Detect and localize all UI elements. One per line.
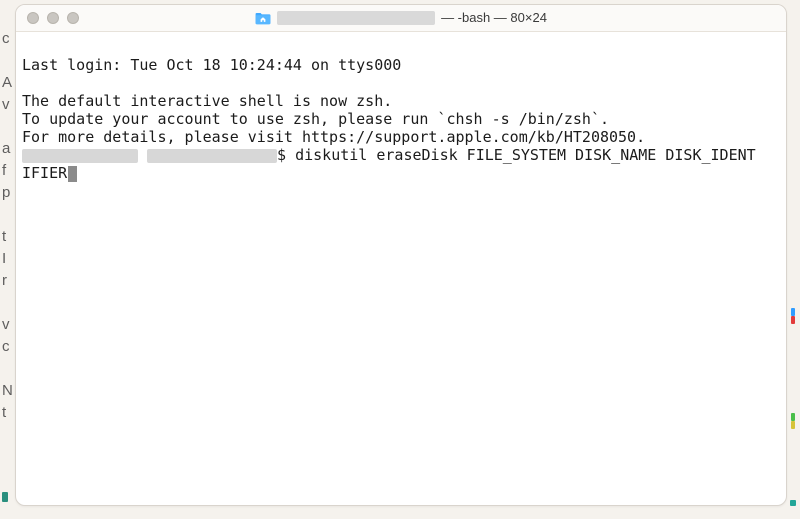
terminal-window: — -bash — 80×24 Last login: Tue Oct 18 1…	[15, 4, 787, 506]
zsh-notice-line: To update your account to use zsh, pleas…	[22, 110, 609, 128]
command-text: diskutil eraseDisk FILE_SYSTEM DISK_NAME…	[286, 146, 756, 164]
title-redacted-path	[277, 11, 435, 25]
window-title: — -bash — 80×24	[16, 11, 786, 25]
background-speck	[791, 413, 795, 421]
command-text: IFIER	[22, 164, 67, 182]
prompt-symbol: $	[277, 146, 286, 164]
last-login-line: Last login: Tue Oct 18 10:24:44 on ttys0…	[22, 56, 401, 74]
terminal-content[interactable]: Last login: Tue Oct 18 10:24:44 on ttys0…	[16, 32, 786, 200]
home-folder-icon	[255, 12, 271, 25]
minimize-button[interactable]	[47, 12, 59, 24]
background-speck	[791, 316, 795, 324]
background-window-text: c A v a f p t I r v c N t	[2, 28, 12, 424]
background-speck	[2, 492, 8, 502]
zoom-button[interactable]	[67, 12, 79, 24]
zsh-notice-line: The default interactive shell is now zsh…	[22, 92, 392, 110]
prompt-line: $ diskutil eraseDisk FILE_SYSTEM DISK_NA…	[22, 146, 756, 164]
zsh-notice-line: For more details, please visit https://s…	[22, 128, 645, 146]
window-titlebar[interactable]: — -bash — 80×24	[16, 5, 786, 32]
title-text: — -bash — 80×24	[441, 11, 547, 25]
close-button[interactable]	[27, 12, 39, 24]
command-wrap-line: IFIER	[22, 164, 77, 182]
traffic-lights	[27, 12, 79, 24]
background-speck	[791, 308, 795, 316]
prompt-user-redacted	[147, 149, 277, 163]
terminal-cursor	[68, 166, 77, 182]
background-speck	[791, 421, 795, 429]
prompt-host-redacted	[22, 149, 138, 163]
background-speck	[790, 500, 796, 506]
